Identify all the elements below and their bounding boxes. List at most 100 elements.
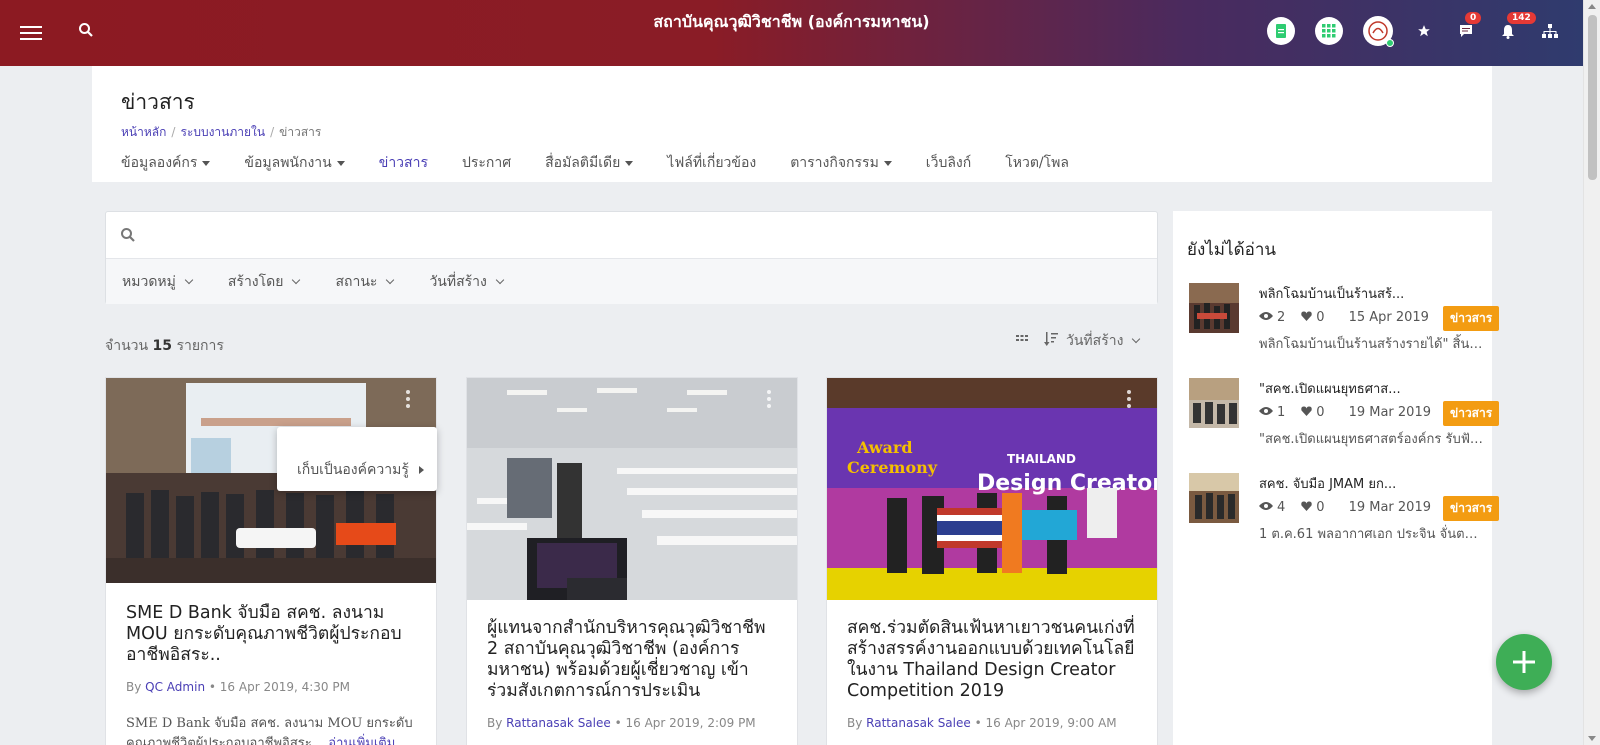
image-text-thailand: THAILAND (1007, 452, 1076, 466)
plus-icon (1513, 651, 1535, 673)
unread-sidebar: ยังไม่ได้อ่าน พลิกโฉมบ้านเป็นร้านสร้... … (1173, 211, 1500, 745)
chevron-down-icon (1132, 334, 1141, 344)
tab-news[interactable]: ข่าวสาร (379, 152, 428, 174)
unread-item-title[interactable]: พลิกโฉมบ้านเป็นร้านสร้... (1259, 283, 1404, 304)
apps-grid-icon[interactable] (1315, 17, 1343, 45)
news-author[interactable]: Rattanasak Salee (506, 716, 611, 730)
page-title: ข่าวสาร (121, 90, 195, 114)
unread-item[interactable]: "สคช.เปิดแผนยุทธศาส... 1 0 19 Mar 2019 ข… (1189, 378, 1500, 458)
notifications-badge: 142 (1507, 12, 1536, 24)
messages-badge: 0 (1465, 12, 1482, 24)
news-thumbnail[interactable]: Award Ceremony THAILAND Design Creator (827, 378, 1157, 600)
unread-item-thumbnail (1189, 473, 1239, 523)
online-status-dot (1386, 39, 1394, 47)
sort-icon[interactable] (1044, 331, 1058, 351)
card-context-menu: เก็บเป็นองค์ความรู้ (277, 427, 437, 491)
chevron-down-icon (184, 275, 194, 284)
sidebar-title: ยังไม่ได้อ่าน (1187, 240, 1276, 260)
breadcrumb-current: ข่าวสาร (279, 125, 322, 139)
news-title[interactable]: ผู้แทนจากสำนักบริหารคุณวุฒิวิชาชีพ 2 สถา… (467, 618, 797, 702)
page-scrollbar[interactable] (1583, 0, 1600, 745)
tab-announcements[interactable]: ประกาศ (462, 152, 511, 174)
breadcrumb-home[interactable]: หน้าหลัก (121, 125, 166, 139)
card-menu-icon[interactable] (1127, 390, 1131, 411)
image-text-design-creator: Design Creator (977, 471, 1158, 496)
unread-item-stats: 1 0 19 Mar 2019 (1259, 405, 1431, 420)
scroll-down-arrow-icon[interactable] (1588, 736, 1596, 741)
card-menu-icon[interactable] (406, 390, 410, 411)
tab-related-files[interactable]: ไฟล์ที่เกี่ยวข้อง (667, 152, 756, 174)
sort-tools: วันที่สร้าง (1016, 330, 1141, 352)
filter-category[interactable]: หมวดหมู่ (122, 271, 194, 293)
unread-item-thumbnail (1189, 378, 1239, 428)
chevron-down-icon (386, 275, 395, 284)
category-tag: ข่าวสาร (1443, 496, 1500, 521)
news-title[interactable]: สคช.ร่วมตัดสินเฟ้นหาเยาวชนคนเก่งที่สร้าง… (827, 618, 1157, 702)
tab-multimedia[interactable]: สื่อมัลติมีเดีย (545, 152, 634, 174)
eye-icon (1259, 310, 1273, 325)
tab-activity-schedule[interactable]: ตารางกิจกรรม (790, 152, 892, 174)
top-bar: สถาบันคุณวุฒิวิชาชีพ (องค์การมหาชน) 0 14… (0, 0, 1583, 66)
add-button[interactable] (1496, 634, 1552, 690)
unread-item-stats: 4 0 19 Mar 2019 (1259, 500, 1431, 515)
filter-created-date[interactable]: วันที่สร้าง (429, 271, 505, 293)
news-card[interactable]: ผู้แทนจากสำนักบริหารคุณวุฒิวิชาชีพ 2 สถา… (466, 377, 798, 745)
news-meta: By Rattanasak Salee • 16 Apr 2019, 2:09 … (487, 716, 756, 730)
chevron-down-icon (292, 275, 301, 284)
result-count-number: 15 (152, 338, 173, 354)
tab-vote-poll[interactable]: โหวต/โพล (1005, 152, 1069, 174)
caret-down-icon (202, 160, 211, 166)
unread-item-description: "สคช.เปิดแผนยุทธศาสตร์องค์กร รับฟังความเ… (1259, 432, 1484, 447)
card-menu-icon[interactable] (767, 390, 771, 411)
unread-item[interactable]: พลิกโฉมบ้านเป็นร้านสร้... 2 0 15 Apr 201… (1189, 283, 1500, 363)
unread-item-description: 1 ต.ค.61 พลอากาศเอก ประจิน จั่นตอง รัฐมน… (1259, 527, 1484, 542)
scroll-up-arrow-icon[interactable] (1588, 4, 1596, 9)
category-tag: ข่าวสาร (1443, 306, 1500, 331)
caret-down-icon (336, 160, 345, 166)
save-as-knowledge-menu-item[interactable]: เก็บเป็นองค์ความรู้ (297, 462, 409, 478)
unread-item-thumbnail (1189, 283, 1239, 333)
news-title[interactable]: SME D Bank จับมือ สคช. ลงนาม MOU ยกระดับ… (106, 603, 436, 666)
read-more-link[interactable]: อ่านเพิ่มเติม (328, 736, 395, 745)
star-icon[interactable] (1413, 20, 1435, 42)
unread-item-description: พลิกโฉมบ้านเป็นร้านสร้างรายได้" สิ้นสุดโ… (1259, 337, 1484, 352)
user-avatar[interactable] (1363, 16, 1394, 47)
news-author[interactable]: Rattanasak Salee (866, 716, 971, 730)
tab-web-links[interactable]: เว็บลิงก์ (926, 152, 971, 174)
news-author[interactable]: QC Admin (145, 680, 205, 694)
category-tag: ข่าวสาร (1443, 401, 1500, 426)
news-card[interactable]: Award Ceremony THAILAND Design Creator ส… (826, 377, 1158, 745)
news-meta: By Rattanasak Salee • 16 Apr 2019, 9:00 … (847, 716, 1117, 730)
messages-icon[interactable]: 0 (1455, 12, 1482, 42)
filter-created-by[interactable]: สร้างโดย (228, 271, 301, 293)
filter-status[interactable]: สถานะ (335, 271, 395, 293)
bell-icon[interactable]: 142 (1497, 12, 1536, 42)
search-input[interactable] (146, 222, 1126, 248)
tab-organization-info[interactable]: ข้อมูลองค์กร (121, 152, 211, 174)
image-text-award: Award (856, 438, 913, 457)
breadcrumb-internal-system[interactable]: ระบบงานภายใน (180, 125, 265, 139)
grid-view-icon[interactable] (1016, 333, 1028, 349)
caret-right-icon (418, 466, 424, 474)
unread-item-title[interactable]: สคช. จับมือ JMAM ยก... (1259, 473, 1396, 494)
page-header: ข่าวสาร หน้าหลัก / ระบบงานภายใน / ข่าวสาร ข้… (92, 66, 1492, 182)
news-thumbnail[interactable] (467, 378, 797, 600)
tab-employee-info[interactable]: ข้อมูลพนักงาน (244, 152, 345, 174)
scrollbar-thumb[interactable] (1588, 15, 1597, 180)
search-icon (120, 227, 136, 247)
eye-icon (1259, 500, 1273, 515)
result-count: จำนวน 15 รายการ (105, 338, 224, 354)
section-nav: ข้อมูลองค์กร ข้อมูลพนักงาน ข่าวสาร ประกา… (121, 152, 1069, 174)
eye-icon (1259, 405, 1273, 420)
heart-icon (1301, 500, 1313, 515)
unread-item[interactable]: สคช. จับมือ JMAM ยก... 4 0 19 Mar 2019 ข… (1189, 473, 1500, 553)
unread-item-stats: 2 0 15 Apr 2019 (1259, 310, 1429, 325)
document-icon[interactable] (1267, 17, 1295, 45)
image-text-ceremony: Ceremony (847, 458, 938, 477)
heart-icon (1301, 405, 1313, 420)
sort-dropdown[interactable]: วันที่สร้าง (1066, 330, 1141, 352)
org-chart-icon[interactable] (1539, 20, 1561, 42)
unread-item-title[interactable]: "สคช.เปิดแผนยุทธศาส... (1259, 378, 1401, 399)
caret-down-icon (883, 160, 892, 166)
caret-down-icon (625, 160, 634, 166)
